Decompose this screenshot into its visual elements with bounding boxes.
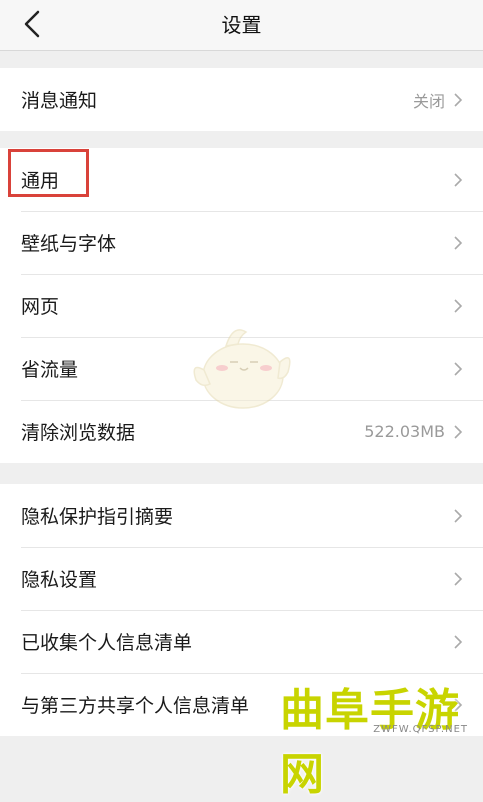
row-collected-info-list[interactable]: 已收集个人信息清单 <box>0 610 483 673</box>
row-label: 隐私设置 <box>21 569 98 591</box>
watermark-url: ZWFW.QFSP.NET <box>373 724 468 735</box>
chevron-right-icon <box>453 424 463 440</box>
page-title: 设置 <box>221 13 262 37</box>
row-notifications[interactable]: 消息通知 关闭 <box>0 68 483 131</box>
mascot-watermark-icon <box>193 329 291 409</box>
row-label: 网页 <box>21 296 60 318</box>
row-privacy-summary[interactable]: 隐私保护指引摘要 <box>0 484 483 547</box>
chevron-right-icon <box>453 634 463 650</box>
site-watermark: 曲阜手游网 ZWFW.QFSP.NET <box>280 674 480 800</box>
row-label: 通用 <box>21 170 60 192</box>
row-label: 已收集个人信息清单 <box>21 632 193 654</box>
row-privacy-settings[interactable]: 隐私设置 <box>0 547 483 610</box>
settings-group-notifications: 消息通知 关闭 <box>0 68 483 131</box>
row-label: 与第三方共享个人信息清单 <box>21 695 250 717</box>
row-wallpaper-font[interactable]: 壁纸与字体 <box>0 211 483 274</box>
chevron-right-icon <box>453 361 463 377</box>
chevron-right-icon <box>453 571 463 587</box>
chevron-right-icon <box>453 508 463 524</box>
row-general[interactable]: 通用 <box>0 148 483 211</box>
row-label: 消息通知 <box>21 90 98 112</box>
watermark-text: 曲阜手游网 <box>280 685 460 800</box>
row-label: 隐私保护指引摘要 <box>21 506 174 528</box>
row-label: 省流量 <box>21 359 79 381</box>
chevron-right-icon <box>453 235 463 251</box>
settings-group-general: 通用 壁纸与字体 网页 省流量 清除浏览数据 522.03MB <box>0 148 483 463</box>
chevron-right-icon <box>453 298 463 314</box>
chevron-right-icon <box>453 92 463 108</box>
row-label: 清除浏览数据 <box>21 422 136 444</box>
top-bar: 设置 <box>0 0 483 51</box>
row-value: 522.03MB <box>364 422 445 441</box>
chevron-right-icon <box>453 172 463 188</box>
row-label: 壁纸与字体 <box>21 233 117 255</box>
row-value: 关闭 <box>412 91 445 111</box>
